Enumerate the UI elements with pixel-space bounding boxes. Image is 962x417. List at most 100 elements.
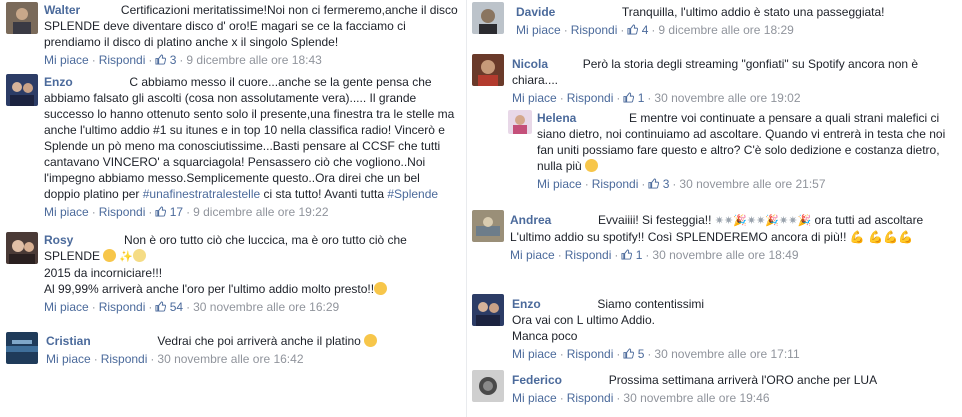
party-popper-icon: 🎉 bbox=[733, 215, 747, 227]
like-count[interactable]: 1 bbox=[636, 248, 643, 262]
comment-nicola: Nicola Però la storia degli streaming "g… bbox=[472, 54, 958, 105]
comment-line: Manca poco bbox=[512, 329, 578, 343]
party-popper-icon: 🎉 bbox=[797, 215, 812, 227]
like-button[interactable]: Mi piace bbox=[516, 23, 561, 37]
author-name[interactable]: Nicola bbox=[512, 57, 548, 71]
thumbs-up-icon[interactable] bbox=[155, 54, 167, 65]
like-count[interactable]: 3 bbox=[663, 177, 670, 191]
timestamp[interactable]: 9 dicembre alle ore 18:43 bbox=[186, 53, 321, 67]
thumbs-up-icon[interactable] bbox=[623, 92, 635, 103]
comment-text: Vedrai che poi arriverà anche il platino bbox=[157, 334, 361, 348]
like-count[interactable]: 4 bbox=[642, 23, 649, 37]
avatar[interactable] bbox=[6, 232, 38, 264]
like-count[interactable]: 1 bbox=[638, 91, 645, 105]
comment-text: C abbiamo messo il cuore...anche se la g… bbox=[44, 75, 455, 201]
reply-button[interactable]: Rispondi bbox=[592, 177, 639, 191]
reply-helena: Helena E mentre voi continuate a pensare… bbox=[508, 110, 958, 192]
timestamp[interactable]: 30 novembre alle ore 19:46 bbox=[623, 391, 769, 405]
author-name[interactable]: Enzo bbox=[512, 297, 541, 311]
right-column: Davide Tranquilla, l'ultimo addio è stat… bbox=[470, 0, 962, 417]
avatar[interactable] bbox=[472, 294, 504, 326]
timestamp[interactable]: 30 novembre alle ore 16:42 bbox=[157, 352, 303, 366]
reply-button[interactable]: Rispondi bbox=[571, 23, 618, 37]
column-divider bbox=[466, 0, 467, 417]
comment-text: Non è oro tutto ciò che luccica, ma è or… bbox=[44, 233, 407, 263]
avatar[interactable] bbox=[472, 2, 504, 34]
timestamp[interactable]: 30 novembre alle ore 18:49 bbox=[652, 248, 798, 262]
hashtag-link[interactable]: #unafinestratralestelle bbox=[143, 187, 260, 201]
comment-line: Al 99,99% arriverà anche l'oro per l'ult… bbox=[44, 281, 458, 297]
timestamp[interactable]: 30 novembre alle ore 19:02 bbox=[654, 91, 800, 105]
thumbs-up-icon[interactable] bbox=[155, 301, 167, 312]
avatar[interactable] bbox=[472, 370, 504, 402]
reply-button[interactable]: Rispondi bbox=[567, 347, 614, 361]
timestamp[interactable]: 9 dicembre alle ore 18:29 bbox=[658, 23, 793, 37]
author-name[interactable]: Rosy bbox=[44, 233, 73, 247]
like-button[interactable]: Mi piace bbox=[44, 205, 89, 219]
emoji-icon bbox=[374, 282, 388, 295]
comment-text: Evvaiiii! Si festeggia!! bbox=[598, 213, 715, 227]
comment-actions: Mi piace · Rispondi · 54 · 30 novembre alle o… bbox=[44, 300, 340, 314]
emoji-icon bbox=[364, 334, 378, 347]
heart-icon bbox=[133, 249, 147, 262]
comment-rosy: Rosy Non è oro tutto ciò che luccica, ma… bbox=[6, 232, 462, 316]
author-name[interactable]: Enzo bbox=[44, 75, 73, 89]
like-button[interactable]: Mi piace bbox=[512, 347, 557, 361]
reply-button[interactable]: Rispondi bbox=[99, 300, 146, 314]
thumbs-up-icon[interactable] bbox=[155, 206, 167, 217]
avatar[interactable] bbox=[472, 54, 504, 86]
comment-actions: Mi piace · Rispondi · 1 · 30 novembre alle or… bbox=[512, 91, 801, 105]
emoji-icon bbox=[103, 249, 117, 262]
author-name[interactable]: Cristian bbox=[46, 334, 91, 348]
reply-button[interactable]: Rispondi bbox=[567, 91, 614, 105]
avatar[interactable] bbox=[508, 110, 532, 134]
comment-andrea: Andrea Evvaiiii! Si festeggia!! ✷✷🎉✷✷🎉✷✷… bbox=[472, 210, 958, 280]
comment-actions: Mi piace · Rispondi · 1 · 30 novembre alle or… bbox=[510, 248, 799, 262]
avatar[interactable] bbox=[6, 332, 38, 364]
like-count[interactable]: 54 bbox=[170, 300, 183, 314]
like-count[interactable]: 5 bbox=[638, 347, 645, 361]
author-name[interactable]: Andrea bbox=[510, 213, 551, 227]
comment-line: 2015 da incorniciare!!! bbox=[44, 266, 163, 280]
like-button[interactable]: Mi piace bbox=[512, 91, 557, 105]
author-name[interactable]: Davide bbox=[516, 5, 555, 19]
avatar[interactable] bbox=[6, 2, 38, 34]
comment-federico: Federico Prossima settimana arriverà l'O… bbox=[472, 370, 958, 414]
like-button[interactable]: Mi piace bbox=[510, 248, 555, 262]
thumbs-up-icon[interactable] bbox=[627, 24, 639, 35]
reply-button[interactable]: Rispondi bbox=[101, 352, 148, 366]
like-count[interactable]: 17 bbox=[170, 205, 183, 219]
like-button[interactable]: Mi piace bbox=[44, 53, 89, 67]
timestamp[interactable]: 30 novembre alle ore 21:57 bbox=[679, 177, 825, 191]
comment-enzo: Enzo C abbiamo messo il cuore...anche se… bbox=[6, 74, 462, 220]
timestamp[interactable]: 30 novembre alle ore 16:29 bbox=[193, 300, 339, 314]
thumbs-up-icon[interactable] bbox=[621, 249, 633, 260]
comment-text: Prossima settimana arriverà l'ORO anche … bbox=[608, 373, 878, 387]
thumbs-up-icon[interactable] bbox=[648, 178, 660, 189]
comment-walter: Walter Certificazioni meritatissime!Noi … bbox=[6, 2, 462, 68]
timestamp[interactable]: 9 dicembre alle ore 19:22 bbox=[193, 205, 328, 219]
author-name[interactable]: Helena bbox=[537, 111, 576, 125]
sparkle-icon: ✷✷ bbox=[746, 215, 766, 227]
timestamp[interactable]: 30 novembre alle ore 17:11 bbox=[654, 347, 799, 361]
reply-button[interactable]: Rispondi bbox=[567, 391, 614, 405]
like-button[interactable]: Mi piace bbox=[46, 352, 91, 366]
sparkle-icon: ✷✷ bbox=[714, 215, 734, 227]
like-button[interactable]: Mi piace bbox=[44, 300, 89, 314]
reply-button[interactable]: Rispondi bbox=[565, 248, 612, 262]
hashtag-link[interactable]: #Splende bbox=[387, 187, 438, 201]
comment-line: Ora vai con L ultimo Addio. bbox=[512, 313, 655, 327]
reply-button[interactable]: Rispondi bbox=[99, 205, 146, 219]
like-button[interactable]: Mi piace bbox=[512, 391, 557, 405]
emoji-icon bbox=[585, 159, 599, 172]
comment-actions: Mi piace · Rispondi · 3 · 30 novembre alle or… bbox=[537, 177, 826, 191]
like-count[interactable]: 3 bbox=[170, 53, 177, 67]
comment-text: Tranquilla, l'ultimo addio è stato una p… bbox=[621, 5, 885, 19]
avatar[interactable] bbox=[6, 74, 38, 106]
avatar[interactable] bbox=[472, 210, 504, 242]
author-name[interactable]: Walter bbox=[44, 3, 80, 17]
like-button[interactable]: Mi piace bbox=[537, 177, 582, 191]
author-name[interactable]: Federico bbox=[512, 373, 562, 387]
reply-button[interactable]: Rispondi bbox=[99, 53, 146, 67]
thumbs-up-icon[interactable] bbox=[623, 348, 635, 359]
